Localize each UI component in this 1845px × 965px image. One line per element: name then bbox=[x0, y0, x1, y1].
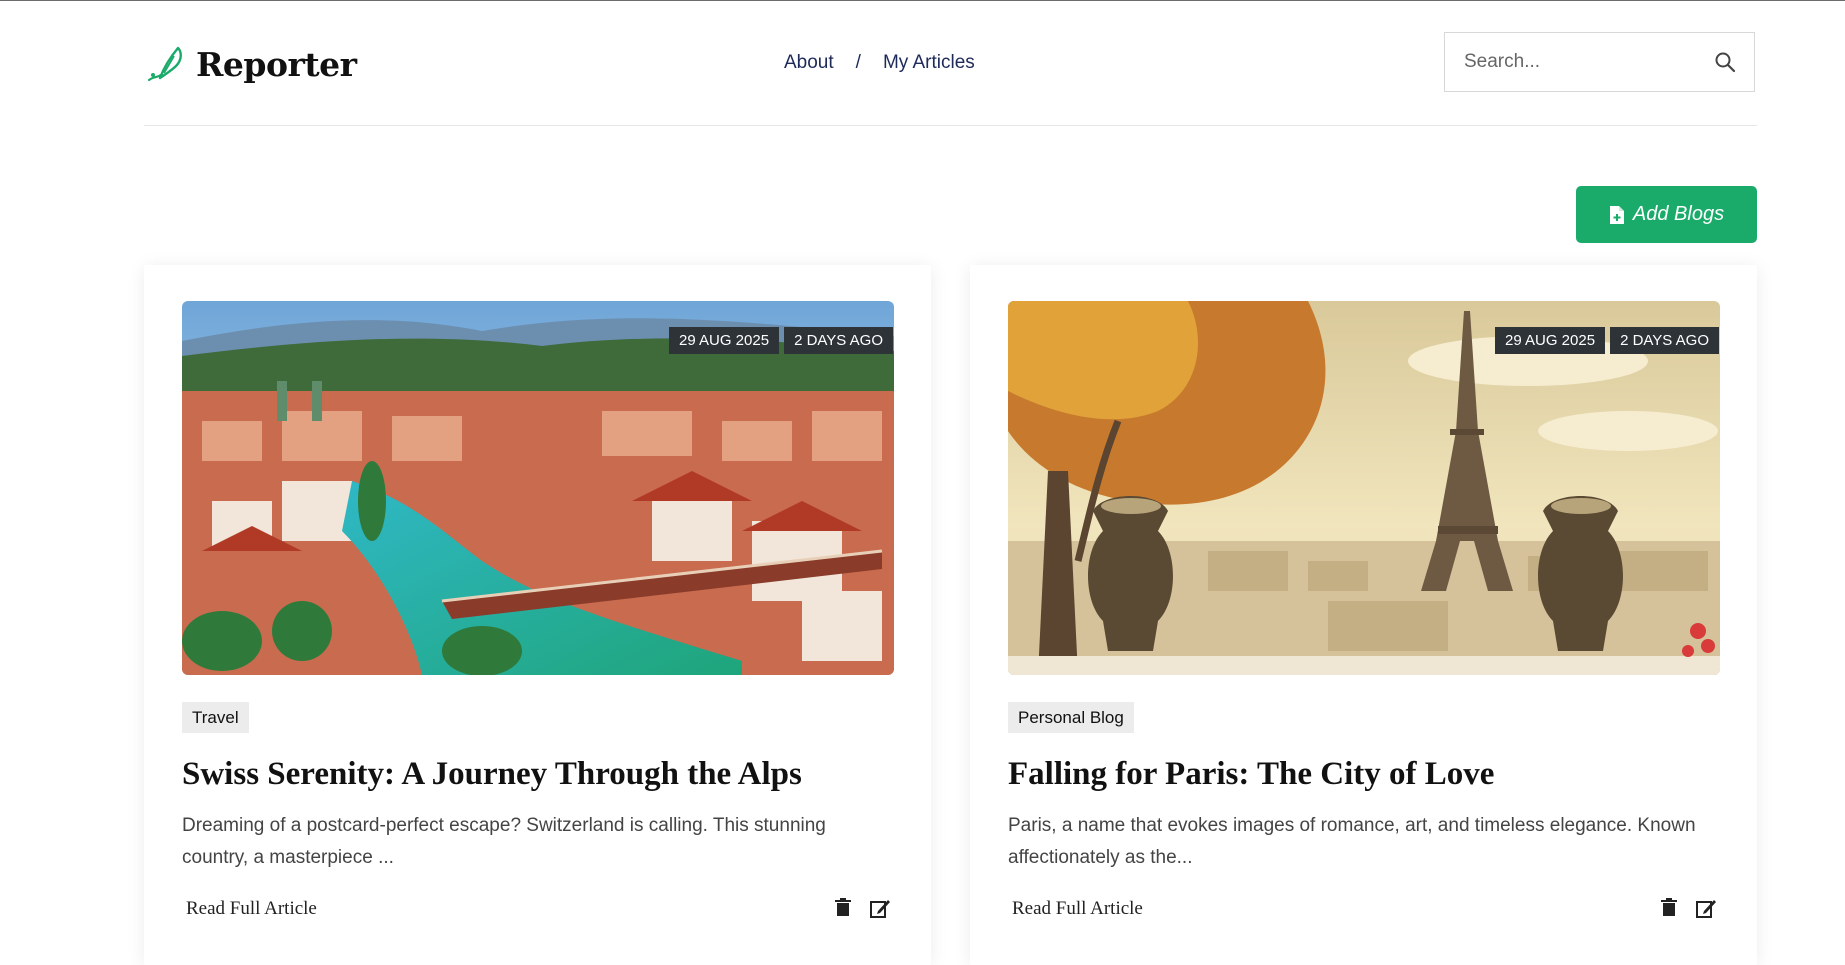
trash-icon[interactable] bbox=[833, 897, 855, 919]
article-title[interactable]: Swiss Serenity: A Journey Through the Al… bbox=[182, 753, 902, 795]
article-actions bbox=[1659, 897, 1717, 919]
search-icon[interactable] bbox=[1714, 51, 1738, 75]
category-tag[interactable]: Personal Blog bbox=[1008, 702, 1134, 733]
edit-icon[interactable] bbox=[1695, 897, 1717, 919]
article-excerpt: Paris, a name that evokes images of roma… bbox=[1008, 815, 1696, 868]
add-blogs-label: Add Blogs bbox=[1632, 203, 1725, 225]
search-box bbox=[1444, 32, 1755, 92]
category-tag[interactable]: Travel bbox=[182, 702, 249, 733]
page-container: Reporter About / My Articles Add Blogs bbox=[144, 0, 1757, 965]
article-card: 29 AUG 2025 2 DAYS AGO Travel Swiss Sere… bbox=[144, 265, 931, 965]
article-excerpt: Dreaming of a postcard-perfect escape? S… bbox=[182, 815, 826, 868]
date-badge: 29 AUG 2025 bbox=[1494, 327, 1606, 354]
brand-name: Reporter bbox=[196, 44, 357, 84]
article-title[interactable]: Falling for Paris: The City of Love bbox=[1008, 753, 1728, 795]
file-plus-icon bbox=[1609, 205, 1624, 224]
logo[interactable]: Reporter bbox=[146, 40, 357, 88]
article-image[interactable] bbox=[1008, 301, 1720, 675]
read-full-article-link[interactable]: Read Full Article bbox=[1012, 898, 1143, 920]
nav-about-link[interactable]: About bbox=[784, 52, 834, 74]
trash-icon[interactable] bbox=[1659, 897, 1681, 919]
add-blogs-button[interactable]: Add Blogs bbox=[1576, 186, 1757, 243]
search-input[interactable] bbox=[1445, 50, 1706, 74]
site-header: Reporter About / My Articles bbox=[144, 0, 1757, 126]
article-image[interactable] bbox=[182, 301, 894, 675]
edit-icon[interactable] bbox=[869, 897, 891, 919]
date-badges: 29 AUG 2025 2 DAYS AGO bbox=[1494, 327, 1719, 354]
quill-pen-icon bbox=[147, 46, 182, 82]
date-badge: 29 AUG 2025 bbox=[668, 327, 780, 354]
nav-separator: / bbox=[855, 52, 861, 73]
nav-my-articles-link[interactable]: My Articles bbox=[883, 52, 975, 74]
read-full-article-link[interactable]: Read Full Article bbox=[186, 898, 317, 920]
time-ago-badge: 2 DAYS AGO bbox=[1610, 327, 1719, 354]
time-ago-badge: 2 DAYS AGO bbox=[784, 327, 893, 354]
main-nav: About / My Articles bbox=[784, 50, 975, 76]
article-card: 29 AUG 2025 2 DAYS AGO Personal Blog Fal… bbox=[970, 265, 1757, 965]
article-actions bbox=[833, 897, 891, 919]
date-badges: 29 AUG 2025 2 DAYS AGO bbox=[668, 327, 893, 354]
